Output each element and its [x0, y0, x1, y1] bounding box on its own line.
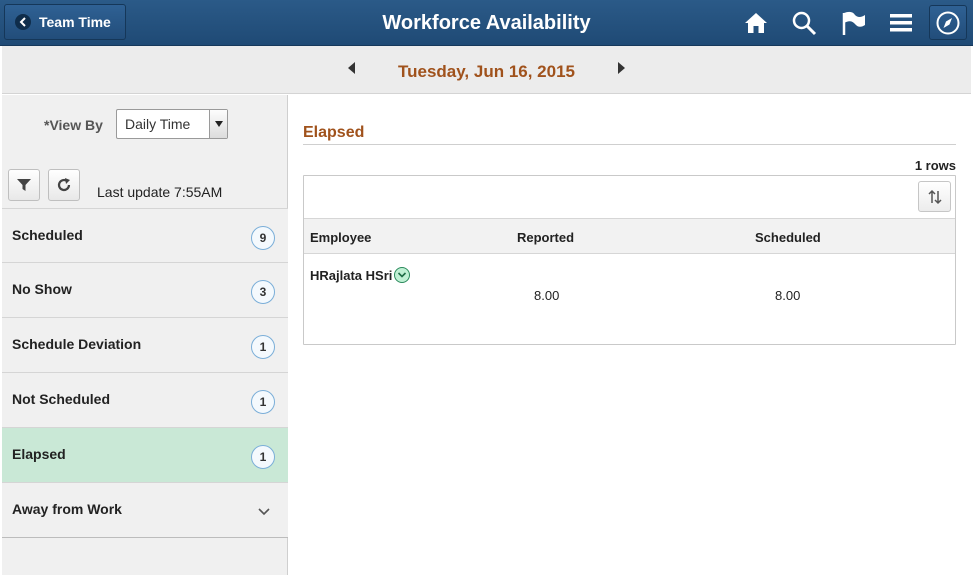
category-item-away-from-work[interactable]: Away from Work: [2, 483, 288, 538]
category-label: Elapsed: [12, 446, 66, 462]
chevron-down-icon[interactable]: [258, 503, 270, 521]
search-icon[interactable]: [789, 8, 819, 38]
column-header-employee[interactable]: Employee: [310, 230, 371, 245]
left-panel: *View By Daily Time Last update 7:55AM S…: [2, 95, 288, 575]
app-header: Team Time Workforce Availability: [0, 0, 973, 46]
filter-button[interactable]: [8, 169, 40, 201]
view-by-select[interactable]: Daily Time: [116, 109, 228, 139]
column-header-reported[interactable]: Reported: [517, 230, 574, 245]
grid-toolbar: [304, 176, 955, 219]
reported-hours: 8.00: [534, 288, 560, 303]
rows-count: 1 rows: [914, 158, 956, 173]
count-badge: 1: [251, 335, 275, 359]
grid-header: Employee Reported Scheduled: [304, 219, 955, 254]
list-toolbar: Last update 7:55AM: [2, 165, 288, 209]
category-label: Away from Work: [12, 501, 122, 517]
section-divider: [303, 144, 956, 145]
count-badge: 1: [251, 390, 275, 414]
view-by-value: Daily Time: [125, 116, 191, 132]
next-date-icon[interactable]: [613, 60, 629, 76]
related-actions-icon[interactable]: [394, 267, 411, 283]
chevron-left-icon: [15, 14, 31, 30]
category-item-no-show[interactable]: No Show 3: [2, 263, 288, 318]
column-header-scheduled[interactable]: Scheduled: [755, 230, 821, 245]
menu-icon[interactable]: [886, 8, 916, 38]
sort-icon: [927, 189, 942, 204]
home-icon[interactable]: [741, 8, 771, 38]
current-date[interactable]: Tuesday, Jun 16, 2015: [2, 62, 971, 82]
date-navigation-bar: Tuesday, Jun 16, 2015: [2, 46, 971, 94]
category-label: Schedule Deviation: [12, 336, 142, 352]
employee-name: HRajlata HSri: [310, 267, 393, 283]
employee-name-link[interactable]: HRajlata HSri: [310, 267, 411, 283]
last-update-text: Last update 7:55AM: [97, 184, 223, 200]
dropdown-arrow-icon: [209, 110, 227, 138]
sort-button[interactable]: [918, 181, 951, 212]
count-badge: 1: [251, 445, 275, 469]
main-content: Elapsed 1 rows Employee Reported Schedul…: [289, 95, 971, 575]
category-item-schedule-deviation[interactable]: Schedule Deviation 1: [2, 318, 288, 373]
count-badge: 3: [251, 280, 275, 304]
back-button[interactable]: Team Time: [4, 4, 126, 40]
refresh-icon: [57, 178, 71, 192]
category-label: Scheduled: [12, 227, 83, 243]
flag-icon[interactable]: [838, 8, 868, 38]
page-title: Workforce Availability: [382, 12, 591, 34]
table-row[interactable]: HRajlata HSri 8.00 8.00: [304, 255, 955, 344]
employee-grid: Employee Reported Scheduled HRajlata HSr…: [303, 175, 956, 345]
filter-icon: [17, 179, 31, 191]
navbar-button[interactable]: [929, 5, 967, 40]
category-label: No Show: [12, 281, 72, 297]
category-list: Scheduled 9 No Show 3 Schedule Deviation…: [2, 208, 288, 538]
navbar-icon: [936, 11, 960, 34]
view-by-label: *View By: [44, 117, 103, 133]
category-item-elapsed[interactable]: Elapsed 1: [2, 428, 288, 483]
scheduled-hours: 8.00: [775, 288, 801, 303]
section-title: Elapsed: [303, 124, 365, 141]
category-item-scheduled[interactable]: Scheduled 9: [2, 208, 288, 263]
count-badge: 9: [251, 226, 275, 250]
category-label: Not Scheduled: [12, 391, 111, 407]
category-item-not-scheduled[interactable]: Not Scheduled 1: [2, 373, 288, 428]
refresh-button[interactable]: [48, 169, 80, 201]
back-button-label: Team Time: [39, 14, 111, 30]
